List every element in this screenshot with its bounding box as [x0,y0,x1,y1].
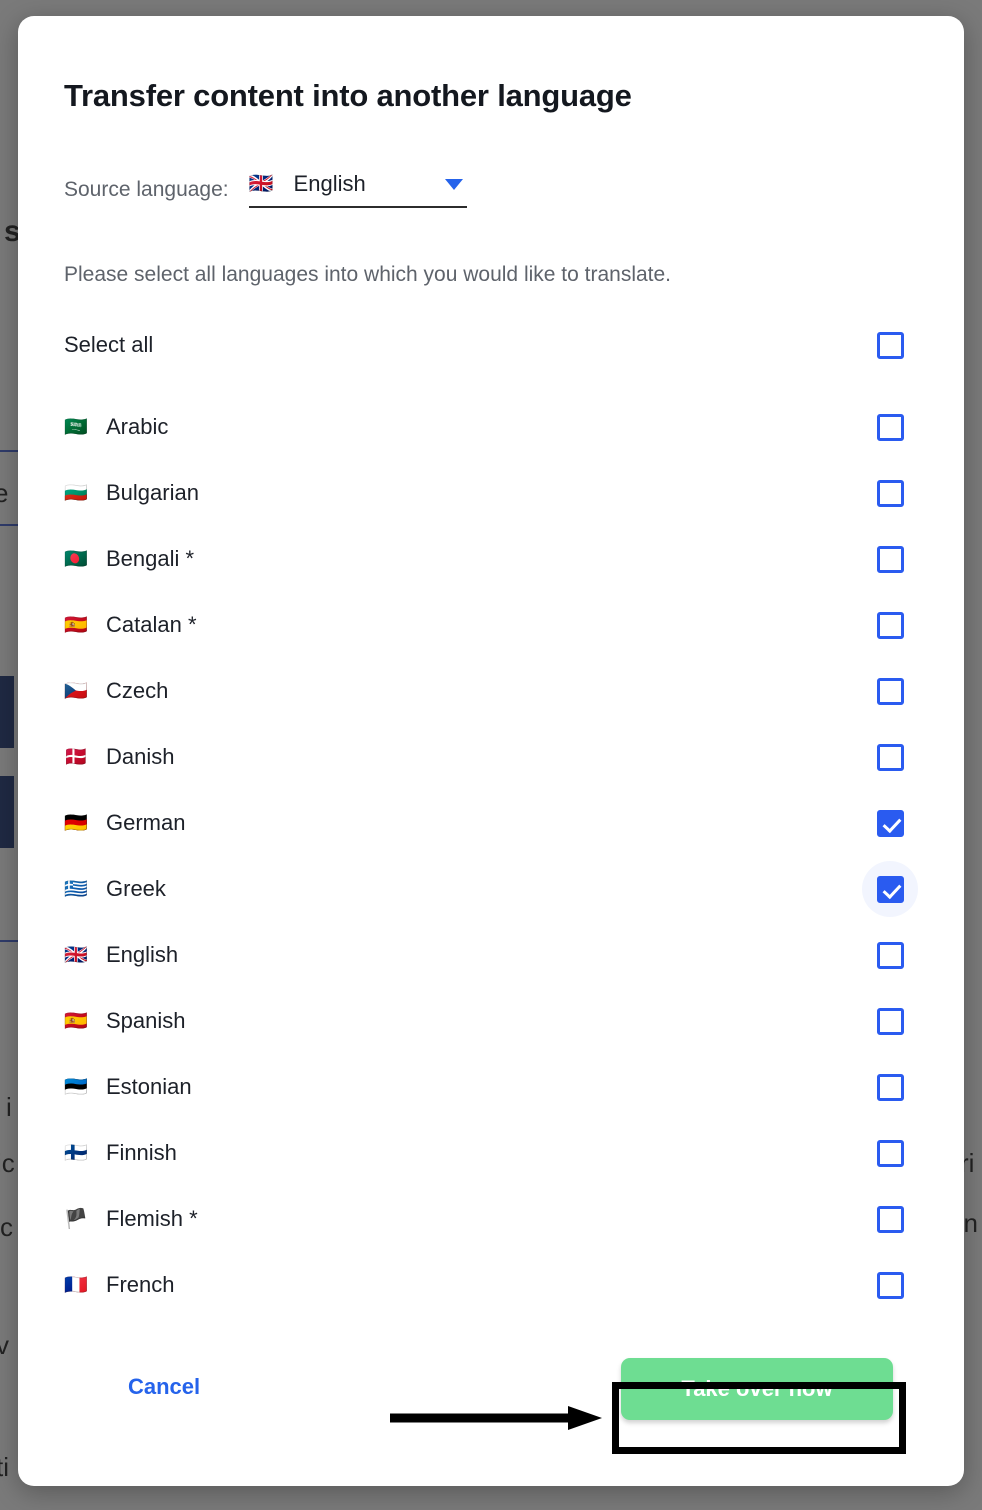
language-checkbox[interactable] [862,927,918,983]
language-row[interactable]: 🇫🇷 French [18,1252,964,1318]
language-flag-icon: 🇪🇪 [64,1076,88,1098]
language-row[interactable]: 🇩🇪 German [18,790,964,856]
chevron-down-icon[interactable] [444,178,463,190]
language-row[interactable]: 🏴 Flemish * [18,1186,964,1252]
source-language-flag-icon: 🇬🇧 [248,173,274,195]
language-checkbox[interactable] [862,729,918,785]
language-label: Czech [106,678,169,703]
language-row[interactable]: 🇪🇸 Catalan * [18,592,964,658]
language-checkbox[interactable] [862,795,918,851]
language-row[interactable]: 🇪🇪 Estonian [18,1054,964,1120]
take-over-now-button[interactable]: Take over now [621,1358,893,1420]
language-row[interactable]: 🇸🇦 Arabic [18,394,964,460]
language-flag-icon: 🇩🇰 [64,746,88,768]
language-flag-icon: 🇬🇧 [64,944,88,966]
language-label: English [106,942,179,967]
language-flag-icon: 🇸🇦 [64,416,88,438]
checkbox-checked-icon[interactable] [876,875,904,903]
checkbox-unchecked-icon[interactable] [876,413,904,441]
checkbox-unchecked-icon[interactable] [876,331,904,359]
language-row[interactable]: 🇬🇷 Greek [18,856,964,922]
language-checkbox[interactable] [862,597,918,653]
checkbox-unchecked-icon[interactable] [876,941,904,969]
language-flag-icon: 🇪🇸 [64,614,88,636]
language-flag-icon: 🇫🇮 [64,1142,88,1164]
checkbox-unchecked-icon[interactable] [876,611,904,639]
transfer-language-modal: Transfer content into another language S… [18,16,964,1486]
language-checkbox[interactable] [862,1191,918,1247]
language-checkbox[interactable] [862,531,918,587]
modal-footer: Cancel Take over now [18,1354,964,1440]
language-label: Flemish * [106,1206,198,1231]
language-row[interactable]: 🇨🇿 Czech [18,658,964,724]
checkbox-unchecked-icon[interactable] [876,1205,904,1233]
language-list: Select all 🇸🇦 Arabic 🇧🇬 Bulgarian 🇧🇩 Bengali *… [18,312,964,1318]
language-flag-icon: 🇨🇿 [64,680,88,702]
checkbox-unchecked-icon[interactable] [876,479,904,507]
language-checkbox[interactable] [862,1125,918,1181]
checkbox-unchecked-icon[interactable] [876,743,904,771]
language-checkbox[interactable] [862,861,918,917]
source-language-label: Source language: [64,177,229,201]
language-row[interactable]: 🇫🇮 Finnish [18,1120,964,1186]
checkbox-checked-icon[interactable] [876,809,904,837]
language-row[interactable]: 🇬🇧 English [18,922,964,988]
language-label: Arabic [106,414,169,439]
language-checkbox[interactable] [862,663,918,719]
checkbox-unchecked-icon[interactable] [876,1007,904,1035]
language-label: Bulgarian [106,480,199,505]
language-label: Finnish [106,1140,177,1165]
modal-title: Transfer content into another language [64,78,632,113]
checkbox-unchecked-icon[interactable] [876,545,904,573]
language-row[interactable]: 🇪🇸 Spanish [18,988,964,1054]
language-flag-icon: 🇪🇸 [64,1010,88,1032]
cancel-button[interactable]: Cancel [128,1374,200,1400]
language-label: Danish [106,744,175,769]
language-flag-icon: 🇫🇷 [64,1274,88,1296]
language-flag-icon: 🇩🇪 [64,812,88,834]
checkbox-unchecked-icon[interactable] [876,1271,904,1299]
language-checkbox[interactable] [862,399,918,455]
language-label: Spanish [106,1008,186,1033]
language-label: Estonian [106,1074,192,1099]
language-label: Greek [106,876,166,901]
language-row[interactable]: 🇧🇬 Bulgarian [18,460,964,526]
select-all-checkbox[interactable] [862,317,918,373]
language-label: French [106,1272,175,1297]
instructions-text: Please select all languages into which y… [64,263,672,286]
language-checkbox[interactable] [862,465,918,521]
checkbox-unchecked-icon[interactable] [876,1139,904,1167]
select-all-label: Select all [64,332,154,357]
screen: seiiccvtirilin Transfer content into ano… [0,0,982,1510]
checkbox-unchecked-icon[interactable] [876,1073,904,1101]
language-label: Catalan * [106,612,197,637]
language-flag-icon: 🇬🇷 [64,878,88,900]
language-row[interactable]: 🇧🇩 Bengali * [18,526,964,592]
language-checkbox[interactable] [862,993,918,1049]
source-language-value: English [293,171,366,196]
language-checkbox[interactable] [862,1257,918,1313]
select-all-row[interactable]: Select all [18,312,964,378]
language-label: German [106,810,186,835]
language-flag-icon: 🇧🇩 [64,548,88,570]
source-language-select[interactable]: 🇬🇧 English [248,171,467,208]
language-flag-icon: 🏴 [64,1208,88,1230]
checkbox-unchecked-icon[interactable] [876,677,904,705]
language-row[interactable]: 🇩🇰 Danish [18,724,964,790]
language-label: Bengali * [106,546,195,571]
language-flag-icon: 🇧🇬 [64,482,88,504]
source-language-row: Source language: 🇬🇧 English [64,171,467,208]
language-checkbox[interactable] [862,1059,918,1115]
